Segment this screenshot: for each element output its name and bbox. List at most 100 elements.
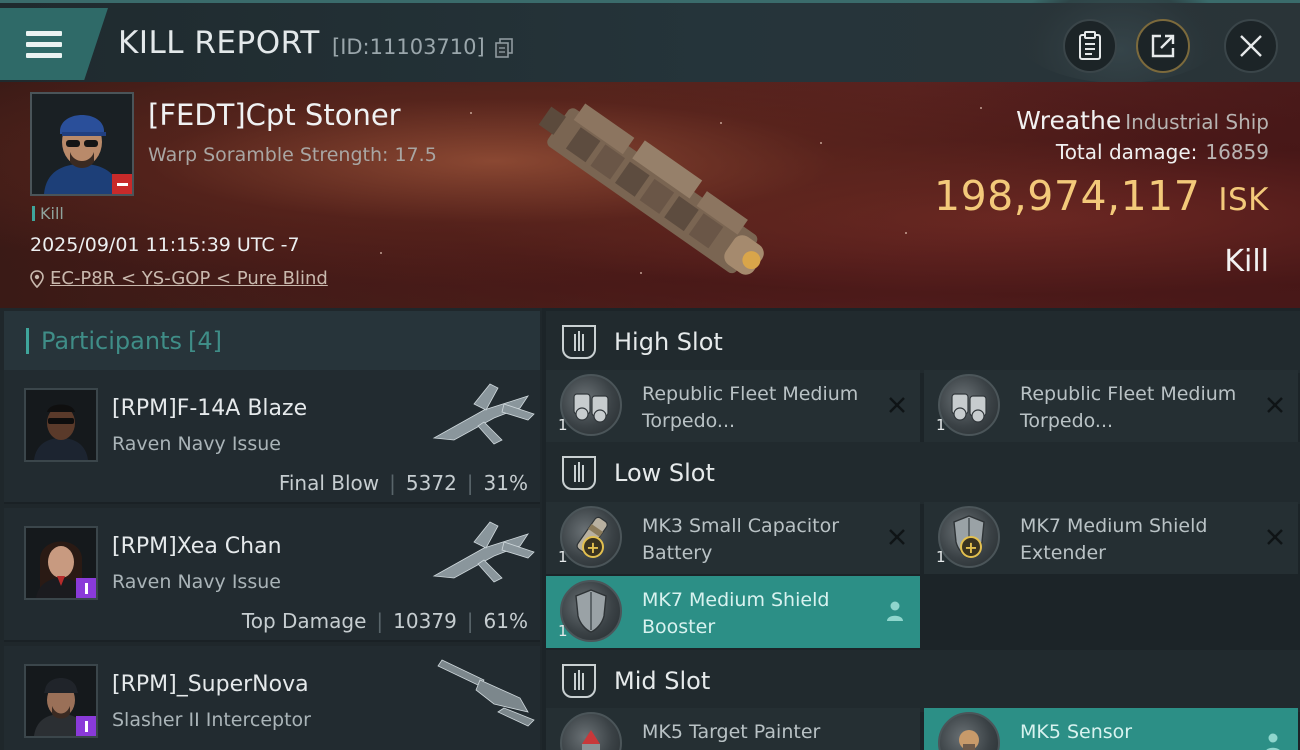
kill-location[interactable]: EC-P8R < YS-GOP < Pure Blind bbox=[30, 268, 328, 289]
participants-header[interactable]: Participants [4] bbox=[4, 311, 540, 371]
ship-class: Industrial Ship bbox=[1125, 110, 1269, 134]
share-button[interactable] bbox=[1136, 19, 1190, 73]
user-icon[interactable] bbox=[886, 600, 904, 622]
close-icon bbox=[1240, 35, 1262, 57]
info-badge bbox=[76, 578, 96, 598]
avatar bbox=[24, 526, 98, 600]
low-slot-header: Low Slot bbox=[546, 442, 1300, 504]
menu-button[interactable] bbox=[0, 8, 108, 80]
isk-unit: ISK bbox=[1218, 182, 1269, 218]
share-icon bbox=[1151, 34, 1175, 58]
low-slot-label: Low Slot bbox=[614, 459, 715, 487]
slot-icon bbox=[562, 325, 596, 359]
user-icon[interactable] bbox=[1264, 732, 1282, 750]
participant-row[interactable]: [RPM]_SuperNova Slasher II Interceptor bbox=[4, 646, 540, 750]
module-item[interactable]: 1 Republic Fleet Medium Torpedo... bbox=[546, 370, 920, 442]
module-name: MK7 Medium Shield Booster bbox=[642, 589, 830, 638]
participant-name: [RPM]Xea Chan bbox=[112, 534, 282, 559]
module-quantity: 1 bbox=[558, 548, 568, 566]
module-quantity: 1 bbox=[558, 416, 568, 434]
target-painter-icon bbox=[560, 712, 622, 750]
location-link[interactable]: EC-P8R < YS-GOP < Pure Blind bbox=[50, 268, 328, 289]
report-button[interactable] bbox=[1063, 19, 1117, 73]
module-quantity: 1 bbox=[936, 548, 946, 566]
torpedo-launcher-icon bbox=[560, 374, 622, 436]
sensor-icon bbox=[938, 712, 1000, 750]
damage-value: 16859 bbox=[1205, 140, 1269, 164]
divider: | bbox=[466, 609, 474, 633]
close-icon[interactable] bbox=[888, 396, 906, 414]
victim-portrait[interactable] bbox=[30, 92, 134, 196]
isk-value: 198,974,117 ISK bbox=[934, 172, 1269, 220]
victim-ship-image bbox=[538, 103, 764, 275]
module-name: MK5 Sensor bbox=[1020, 721, 1133, 743]
participant-ship-image bbox=[437, 659, 535, 727]
participant-row[interactable]: [RPM]Xea Chan Raven Navy Issue Top Damag… bbox=[4, 508, 540, 642]
total-damage: Total damage: 16859 bbox=[1056, 140, 1269, 164]
slot-icon bbox=[562, 664, 596, 698]
module-item-selected[interactable]: 1 MK7 Medium Shield Booster bbox=[546, 576, 920, 648]
top-bar: KILL REPORT [ID:11103710] bbox=[0, 0, 1300, 83]
module-quantity: 1 bbox=[558, 622, 568, 640]
participant-ship: Slasher II Interceptor bbox=[112, 709, 311, 731]
result-label: Kill bbox=[1224, 244, 1269, 279]
module-item-selected[interactable]: MK5 Sensor bbox=[924, 708, 1298, 750]
module-name: MK3 Small Capacitor Battery bbox=[642, 515, 840, 564]
module-item[interactable]: MK5 Target Painter bbox=[546, 708, 920, 750]
hamburger-icon bbox=[26, 30, 62, 58]
participant-name: [RPM]F-14A Blaze bbox=[112, 396, 308, 421]
clipboard-icon bbox=[1079, 31, 1101, 60]
module-name: MK7 Medium Shield Extender bbox=[1020, 515, 1208, 564]
header-accent-bar bbox=[26, 328, 29, 354]
close-button[interactable] bbox=[1224, 19, 1278, 73]
isk-amount: 198,974,117 bbox=[934, 172, 1201, 220]
participant-role: Final Blow bbox=[278, 471, 380, 495]
mid-slot-label: Mid Slot bbox=[614, 667, 711, 695]
close-icon[interactable] bbox=[888, 528, 906, 546]
torpedo-launcher-icon bbox=[938, 374, 1000, 436]
module-item[interactable]: + 1 MK3 Small Capacitor Battery bbox=[546, 502, 920, 574]
plus-icon: + bbox=[582, 536, 604, 558]
shield-booster-icon bbox=[560, 580, 622, 642]
participant-ship-image bbox=[432, 383, 535, 445]
kill-timestamp: 2025/09/01 11:15:39 UTC -7 bbox=[30, 234, 300, 256]
participant-row[interactable]: [RPM]F-14A Blaze Raven Navy Issue Final … bbox=[4, 370, 540, 504]
divider: | bbox=[466, 471, 474, 495]
participant-stats: Final Blow | 5372 | 31% bbox=[279, 471, 528, 495]
participant-stats: Top Damage | 10379 | 61% bbox=[242, 609, 528, 633]
copy-icon[interactable] bbox=[495, 38, 513, 58]
close-icon[interactable] bbox=[1266, 528, 1284, 546]
plus-icon: + bbox=[960, 536, 982, 558]
participants-label: Participants bbox=[41, 327, 182, 355]
module-name: Republic Fleet Medium Torpedo... bbox=[642, 383, 859, 432]
report-id: [ID:11103710] bbox=[332, 35, 485, 59]
avatar bbox=[24, 664, 98, 738]
module-item[interactable]: + 1 MK7 Medium Shield Extender bbox=[924, 502, 1298, 574]
damage-label: Total damage: bbox=[1055, 140, 1198, 164]
participant-ship: Raven Navy Issue bbox=[112, 571, 281, 593]
participant-percent: 61% bbox=[483, 609, 528, 633]
participant-role: Top Damage bbox=[241, 609, 367, 633]
module-item[interactable]: 1 Republic Fleet Medium Torpedo... bbox=[924, 370, 1298, 442]
location-pin-icon bbox=[30, 269, 44, 288]
module-name: Republic Fleet Medium Torpedo... bbox=[1020, 383, 1237, 432]
fitting-panel: High Slot 1 Republic Fleet Medium Torped… bbox=[542, 308, 1300, 750]
scramble-strength: Warp Soramble Strength: 17.5 bbox=[148, 144, 437, 166]
high-slot-header: High Slot bbox=[546, 311, 1300, 373]
kill-tag: Kill bbox=[32, 204, 64, 223]
victim-name[interactable]: [FEDT]Cpt Stoner bbox=[148, 98, 401, 132]
participant-ship: Raven Navy Issue bbox=[112, 433, 281, 455]
module-quantity: 1 bbox=[936, 416, 946, 434]
divider: | bbox=[389, 471, 396, 495]
high-slot-label: High Slot bbox=[614, 328, 723, 356]
participant-damage: 5372 bbox=[405, 471, 457, 495]
slot-icon bbox=[562, 456, 596, 490]
hostile-badge bbox=[112, 174, 132, 194]
victim-banner: [FEDT]Cpt Stoner Warp Soramble Strength:… bbox=[0, 82, 1300, 308]
mid-slot-header: Mid Slot bbox=[546, 650, 1300, 712]
info-badge bbox=[76, 716, 96, 736]
close-icon[interactable] bbox=[1266, 396, 1284, 414]
divider: | bbox=[376, 609, 384, 633]
victim-ship[interactable]: Wreathe Industrial Ship bbox=[1016, 106, 1269, 135]
avatar bbox=[24, 388, 98, 462]
